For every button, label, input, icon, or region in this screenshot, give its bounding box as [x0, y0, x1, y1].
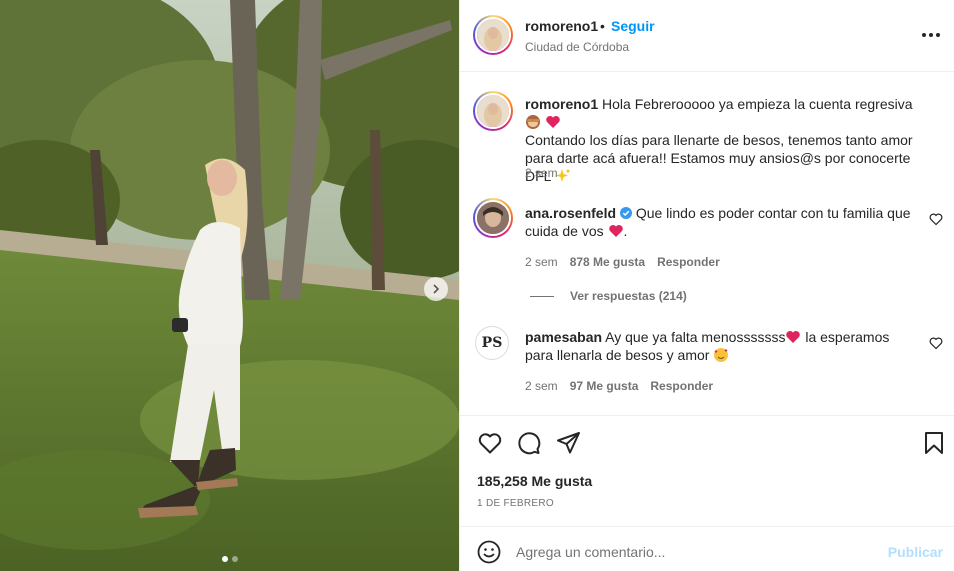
comment-likes[interactable]: 878 Me gusta	[570, 255, 645, 269]
comment-time[interactable]: 2 sem	[525, 255, 558, 269]
red-heart-icon	[608, 225, 623, 237]
comment-username[interactable]: ana.rosenfeld	[525, 205, 616, 221]
caption-meta: 2 sem	[525, 166, 558, 180]
post-image	[0, 0, 459, 571]
comment-time[interactable]: 2 sem	[525, 379, 558, 393]
caption-text: Hola Febrerooooo ya empieza la cuenta re…	[602, 96, 913, 112]
red-heart-icon	[546, 116, 560, 128]
separator-dot: •	[600, 18, 605, 34]
share-paper-plane-icon[interactable]	[556, 430, 582, 456]
follow-button[interactable]: Seguir	[611, 18, 655, 34]
comment-text-block: ana.rosenfeld Que lindo es poder contar …	[525, 204, 920, 240]
comment-input[interactable]	[516, 536, 876, 568]
post-date[interactable]: 1 DE FEBRERO	[477, 498, 554, 509]
comment-text-block: pamesaban Ay que ya falta menosssssss la…	[525, 328, 920, 364]
view-replies-button[interactable]: Ver respuestas (214)	[530, 289, 687, 303]
carousel-dot-active	[221, 556, 228, 562]
like-heart-icon[interactable]	[477, 430, 503, 456]
comment-meta: 2 sem 97 Me gusta Responder	[525, 379, 713, 393]
avatar-image	[477, 19, 509, 51]
save-bookmark-icon[interactable]	[921, 430, 947, 456]
add-comment-bar: Publicar	[460, 526, 954, 571]
post-header: romoreno1 • Seguir Ciudad de Córdoba	[460, 0, 954, 72]
post-details-panel: romoreno1 • Seguir Ciudad de Córdoba rom…	[459, 0, 954, 571]
post-likes-count[interactable]: 185,258 Me gusta	[477, 473, 592, 489]
comment-username[interactable]: pamesaban	[525, 329, 602, 345]
caption-username[interactable]: romoreno1	[525, 96, 598, 112]
caption-text-block: romoreno1 Hola Febrerooooo ya empieza la…	[525, 95, 920, 185]
comment-bubble-icon[interactable]	[516, 430, 542, 456]
post-photo[interactable]	[0, 0, 459, 571]
reply-button[interactable]: Responder	[657, 255, 720, 269]
comment-meta: 2 sem 878 Me gusta Responder	[525, 255, 720, 269]
caption-time[interactable]: 2 sem	[525, 166, 558, 180]
caption-avatar[interactable]	[473, 91, 513, 131]
reply-button[interactable]: Responder	[650, 379, 713, 393]
avatar-image	[477, 202, 509, 234]
commenter-avatar[interactable]: PS	[475, 326, 509, 360]
chevron-right-icon	[433, 284, 440, 294]
commenter-avatar[interactable]	[473, 198, 513, 238]
post-location[interactable]: Ciudad de Córdoba	[525, 40, 629, 54]
author-username[interactable]: romoreno1	[525, 18, 598, 34]
post-actions: 185,258 Me gusta 1 DE FEBRERO	[460, 415, 954, 526]
replies-divider-line	[530, 295, 554, 297]
carousel-next-button[interactable]	[424, 277, 448, 301]
verified-badge-icon	[619, 207, 632, 219]
publish-button[interactable]: Publicar	[888, 544, 943, 560]
comment-text: Ay que ya falta menosssssss	[605, 329, 786, 345]
red-heart-icon	[786, 331, 801, 343]
comment-likes[interactable]: 97 Me gusta	[570, 379, 639, 393]
more-options-icon[interactable]	[920, 28, 942, 42]
like-comment-heart-icon[interactable]	[929, 212, 943, 226]
carousel-indicator	[0, 556, 459, 562]
smiling-face-with-hearts-icon	[714, 348, 729, 362]
author-avatar[interactable]	[473, 15, 513, 55]
like-comment-heart-icon[interactable]	[929, 336, 943, 350]
caption-text-continued: Contando los días para llenarte de besos…	[525, 132, 913, 184]
view-replies-label: Ver respuestas (214)	[570, 289, 687, 303]
comment-text-end: .	[623, 223, 628, 239]
carousel-dot	[231, 556, 238, 562]
avatar-image	[477, 95, 509, 127]
see-no-evil-monkey-icon	[526, 115, 540, 129]
emoji-picker-icon[interactable]	[477, 540, 501, 564]
